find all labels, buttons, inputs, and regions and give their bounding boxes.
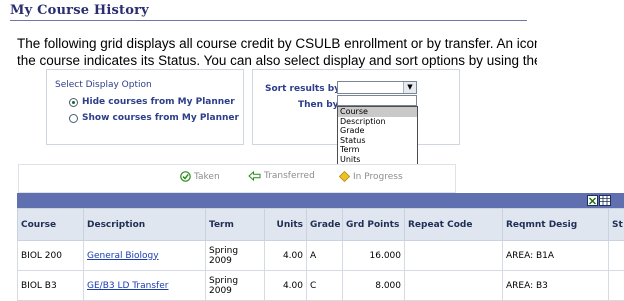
dropdown-option-grade[interactable]: Grade [338,126,417,136]
page-title: My Course History [10,3,149,18]
hide-planner-option[interactable]: Hide courses from My Planner [69,96,235,108]
term-season: Spring [209,246,261,256]
legend-taken: Taken [180,171,220,182]
show-planner-option[interactable]: Show courses from My Planner [69,112,239,124]
cell-course: BIOL B3 [18,271,84,301]
dropdown-option-course[interactable]: Course [338,107,417,117]
term-year: 2009 [209,286,261,296]
column-header-reqmnt-desig[interactable]: Reqmnt Desig [503,209,609,241]
column-header-grade[interactable]: Grade [307,209,343,241]
hide-planner-label: Hide courses from My Planner [82,97,235,107]
column-header-status[interactable]: St [609,209,624,241]
cell-reqmnt-desig: AREA: B3 [503,271,609,301]
table-row: BIOL B3 GE/B3 LD Transfer Spring2009 4.0… [18,271,624,301]
sort-dropdown-list[interactable]: Course Description Grade Status Term Uni… [337,106,418,166]
course-description-link[interactable]: General Biology [87,251,159,261]
column-header-term[interactable]: Term [206,209,265,241]
intro-text: The following grid displays all course c… [17,35,537,69]
cell-repeat-code [405,271,503,301]
course-history-grid: Course Description Term Units Grade Grd … [17,208,624,301]
cell-description: GE/B3 LD Transfer [84,271,206,301]
diamond-icon [339,171,350,182]
cell-term: Spring2009 [206,241,265,271]
legend-transferred: Transferred [248,171,315,181]
title-divider [10,20,527,21]
cell-grd-points: 8.000 [343,271,405,301]
hide-planner-radio[interactable] [69,98,78,107]
column-header-description[interactable]: Description [84,209,206,241]
download-grid-icon[interactable] [587,195,611,206]
column-header-units[interactable]: Units [265,209,307,241]
table-row: BIOL 200 General Biology Spring2009 4.00… [18,241,624,271]
left-arrow-icon [248,171,261,181]
cell-course: BIOL 200 [18,241,84,271]
cell-status [609,271,624,301]
column-header-grd-points[interactable]: Grd Points [343,209,405,241]
cell-grade: C [307,271,343,301]
dropdown-option-description[interactable]: Description [338,117,417,127]
sort-results-label: Sort results by [265,84,340,94]
display-option-heading: Select Display Option [55,80,152,90]
cell-status [609,241,624,271]
then-by-select[interactable] [337,95,417,106]
cell-units: 4.00 [265,241,307,271]
show-planner-radio[interactable] [69,114,78,123]
check-circle-icon [180,171,191,182]
grid-header-row: Course Description Term Units Grade Grd … [18,209,624,241]
cell-repeat-code [405,241,503,271]
cell-units: 4.00 [265,271,307,301]
display-option-panel: Select Display Option Hide courses from … [46,69,244,145]
course-description-link[interactable]: GE/B3 LD Transfer [87,281,168,291]
legend-transferred-label: Transferred [264,171,315,181]
grid-header-bar [17,193,624,208]
intro-line-1: The following grid displays all course c… [17,35,537,52]
then-by-label: Then by [298,100,339,110]
legend-in-progress-label: In Progress [353,172,403,182]
cell-description: General Biology [84,241,206,271]
column-header-repeat-code[interactable]: Repeat Code [405,209,503,241]
dropdown-option-status[interactable]: Status [338,136,417,146]
legend-in-progress: In Progress [339,171,403,182]
dropdown-option-term[interactable]: Term [338,145,417,155]
cell-grd-points: 16.000 [343,241,405,271]
dropdown-option-units[interactable]: Units [338,155,417,165]
cell-reqmnt-desig: AREA: B1A [503,241,609,271]
cell-term: Spring2009 [206,271,265,301]
legend-taken-label: Taken [194,172,220,182]
chevron-down-icon[interactable]: ▼ [403,82,416,93]
intro-line-2: the course indicates its Status. You can… [17,52,537,69]
term-season: Spring [209,276,261,286]
term-year: 2009 [209,256,261,266]
sort-results-select[interactable]: ▼ [337,81,417,94]
column-header-course[interactable]: Course [18,209,84,241]
cell-grade: A [307,241,343,271]
show-planner-label: Show courses from My Planner [82,113,239,123]
